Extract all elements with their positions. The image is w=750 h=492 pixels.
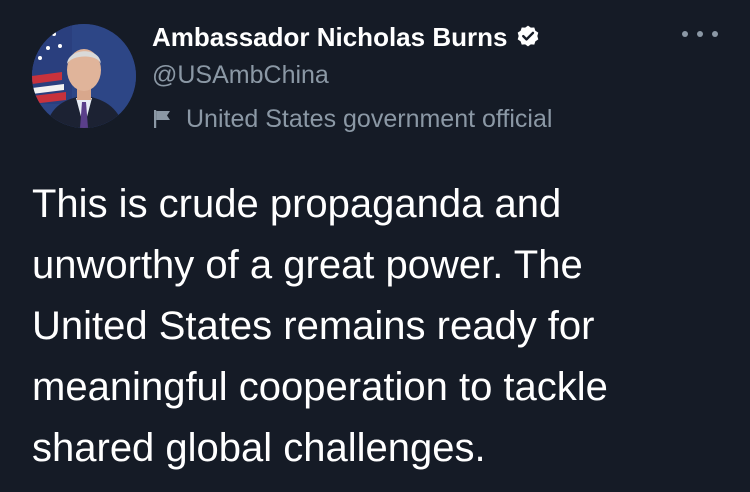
more-dot-icon	[712, 31, 718, 37]
tweet-text-line: meaningful cooperation to tackle	[32, 365, 608, 409]
name-row: Ambassador Nicholas Burns	[152, 18, 750, 56]
more-dot-icon	[682, 31, 688, 37]
account-label-text: United States government official	[186, 104, 553, 133]
display-name[interactable]: Ambassador Nicholas Burns	[152, 22, 507, 53]
tweet-text-line: United States remains ready for	[32, 304, 595, 348]
verified-icon	[515, 24, 541, 50]
account-label: United States government official	[152, 102, 750, 136]
avatar-image	[32, 24, 136, 128]
more-options-button[interactable]	[682, 22, 718, 46]
more-dot-icon	[697, 31, 703, 37]
avatar[interactable]	[32, 24, 136, 128]
tweet-text-line: This is crude propaganda and	[32, 182, 562, 226]
tweet-header: Ambassador Nicholas Burns @USAmbChina Un…	[152, 18, 750, 136]
tweet-card: Ambassador Nicholas Burns @USAmbChina Un…	[0, 0, 750, 492]
tweet-text-line: shared global challenges.	[32, 426, 486, 470]
flag-icon	[152, 108, 174, 130]
user-handle[interactable]: @USAmbChina	[152, 56, 750, 94]
tweet-text-line: unworthy of a great power. The	[32, 243, 583, 287]
tweet-text: This is crude propaganda and unworthy of…	[32, 174, 732, 479]
